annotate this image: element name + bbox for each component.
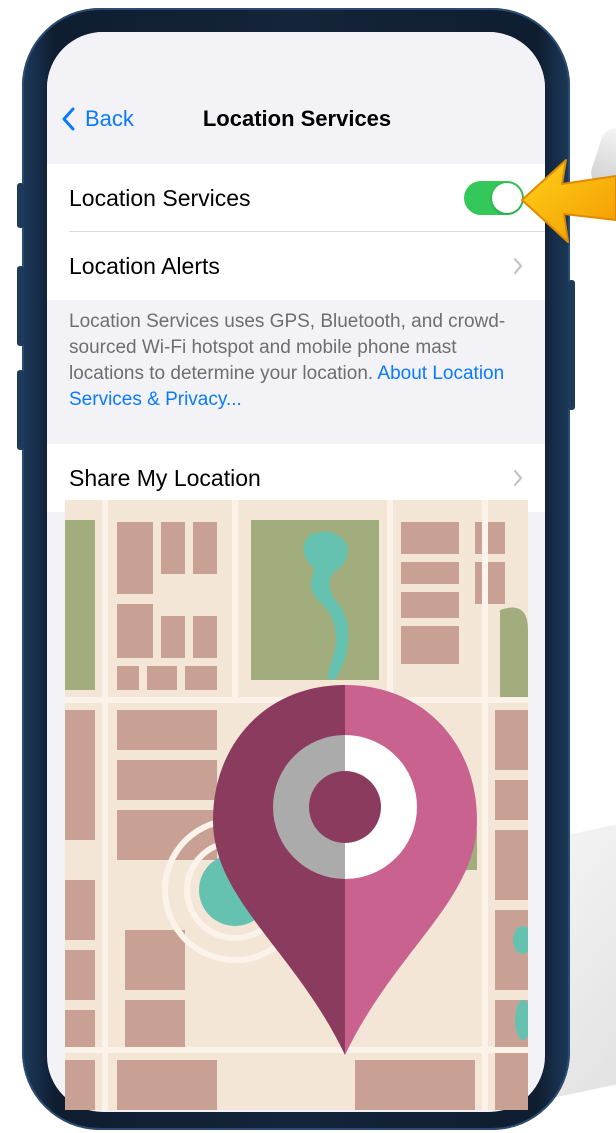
chevron-right-icon	[513, 257, 523, 275]
power-button	[568, 280, 575, 410]
location-alerts-label: Location Alerts	[69, 252, 220, 279]
volume-down-button	[17, 370, 24, 450]
page-title: Location Services	[202, 106, 392, 131]
location-services-row: Location Services	[47, 164, 545, 232]
arrow-pointer-icon	[521, 159, 616, 243]
settings-group-primary: Location Services Location Alerts	[47, 164, 545, 300]
location-alerts-row[interactable]: Location Alerts	[47, 232, 545, 300]
navigation-bar: Back Location Services	[47, 32, 545, 164]
stage: Back Location Services Location Services…	[0, 0, 616, 1133]
share-my-location-label: Share My Location	[69, 464, 261, 491]
city-map-illustration	[65, 500, 528, 1110]
location-services-description: Location Services uses GPS, Bluetooth, a…	[69, 309, 515, 413]
chevron-right-icon	[513, 469, 523, 487]
volume-up-button	[17, 266, 24, 346]
location-services-toggle[interactable]	[464, 181, 524, 215]
toggle-knob	[492, 183, 522, 213]
mute-switch	[17, 183, 24, 228]
